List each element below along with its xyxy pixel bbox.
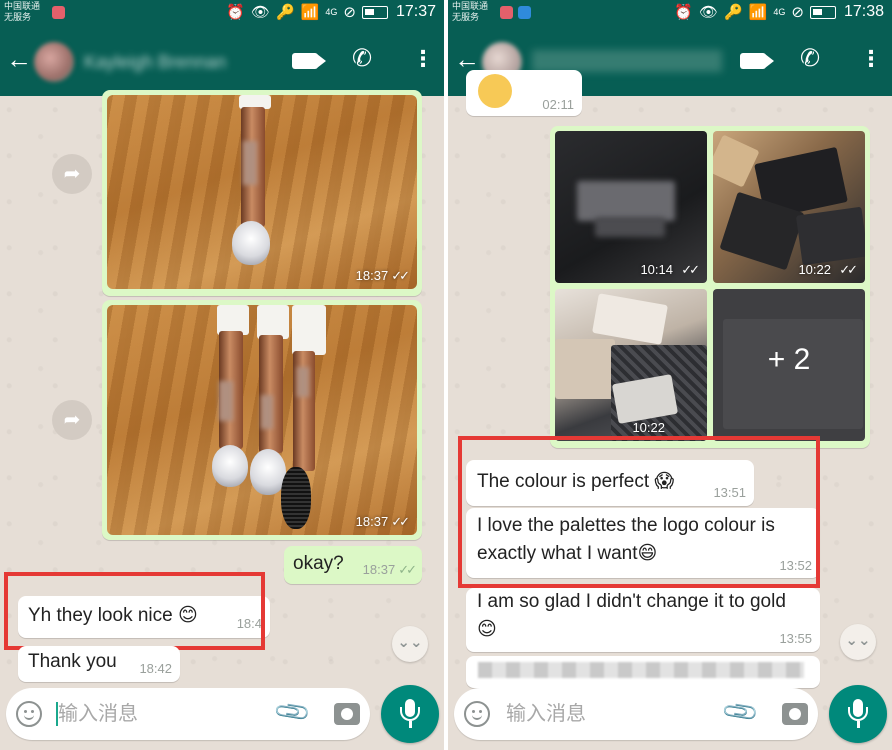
wifi-icon: 📶 (748, 4, 768, 21)
battery-icon (809, 5, 836, 19)
message-text-line: 😊 (477, 619, 497, 640)
image-album-message[interactable]: 10:14 ✓✓ 10:22 ✓✓ 10:22 + 2 (550, 126, 870, 448)
contact-name-redacted[interactable] (532, 50, 722, 72)
scroll-down-icon[interactable]: ⌄⌄ (392, 626, 428, 662)
highlight-box (458, 436, 820, 588)
attach-icon[interactable]: 📎 (720, 692, 762, 733)
eye-icon: 👁 (698, 4, 718, 21)
screenshot-pair: 中国联通 无服务 ⏰ 👁 🔑 📶 4G ⊘ 17:37 ← Kayleigh B… (0, 0, 892, 750)
status-icons: ⏰ 👁 🔑 📶 4G ⊘ 17:38 (674, 3, 884, 21)
wifi-icon: 📶 (300, 4, 320, 21)
album-photo[interactable]: 10:22 ✓✓ (713, 131, 865, 283)
album-photo[interactable]: 10:22 (555, 289, 707, 441)
status-bar: 中国联通 无服务 ⏰ 👁 🔑 📶 4G ⊘ 17:37 (0, 0, 444, 26)
no-signal-icon: ⊘ (791, 4, 804, 21)
read-ticks-icon: ✓✓ (391, 268, 410, 283)
network-type: 4G (773, 7, 786, 17)
video-call-icon[interactable] (292, 53, 326, 69)
status-bar: 中国联通 无服务 ⏰ 👁 🔑 📶 4G ⊘ 17:38 (448, 0, 892, 26)
camera-icon[interactable] (334, 703, 360, 725)
carrier-info: 中国联通 无服务 (4, 1, 40, 23)
more-photos-count: + 2 (767, 343, 811, 376)
emoji-icon[interactable] (464, 701, 490, 727)
message-input[interactable] (506, 698, 706, 730)
phone-call-icon[interactable]: ✆ (352, 44, 372, 74)
carrier-service: 无服务 (4, 12, 32, 22)
alarm-icon: ⏰ (226, 4, 245, 21)
eye-icon: 👁 (250, 4, 270, 21)
key-icon: 🔑 (275, 4, 295, 21)
image-message[interactable]: 18:37 ✓✓ (102, 300, 422, 540)
message-input[interactable] (58, 698, 258, 730)
emoji-icon[interactable] (16, 701, 42, 727)
text-message[interactable]: Thank you 18:42 (18, 646, 180, 682)
mic-button[interactable] (381, 685, 439, 743)
app-notification-icon (518, 6, 531, 19)
forward-icon[interactable]: ➦ (52, 400, 92, 440)
text-message[interactable]: I am so glad I didn't change it to gold … (466, 588, 820, 652)
mic-button[interactable] (829, 685, 887, 743)
key-icon: 🔑 (723, 4, 743, 21)
photo-time: 10:22 (632, 420, 665, 435)
message-text: okay? (293, 553, 344, 574)
text-message-redacted[interactable] (466, 656, 820, 688)
message-compose-bar: 📎 (6, 688, 370, 740)
text-message[interactable]: okay? 18:37 ✓✓ (284, 546, 422, 584)
read-ticks-icon: ✓✓ (398, 562, 417, 577)
carrier-info: 中国联通 无服务 (452, 1, 488, 23)
back-arrow-icon[interactable]: ← (6, 44, 32, 74)
chat-toolbar: ← Kayleigh Brennan ✆ ⋮ (0, 26, 444, 96)
battery-icon (361, 5, 388, 19)
album-photo[interactable]: 10:14 ✓✓ (555, 131, 707, 283)
contact-avatar[interactable] (34, 42, 74, 82)
photo-time: 10:14 (640, 262, 673, 277)
no-signal-icon: ⊘ (343, 4, 356, 21)
status-icons: ⏰ 👁 🔑 📶 4G ⊘ 17:37 (226, 3, 436, 21)
contact-name[interactable]: Kayleigh Brennan (84, 52, 278, 72)
emoji-icon (478, 74, 512, 108)
scroll-down-icon[interactable]: ⌄⌄ (840, 624, 876, 660)
message-compose-bar: 📎 (454, 688, 818, 740)
video-call-icon[interactable] (740, 53, 774, 69)
message-time: 18:42 (139, 661, 172, 676)
message-time: 18:37 ✓✓ (355, 514, 410, 529)
carrier-name: 中国联通 (4, 1, 41, 11)
carrier-service: 无服务 (452, 12, 480, 22)
read-ticks-icon: ✓✓ (391, 514, 410, 529)
text-message[interactable]: 02:11 (466, 70, 582, 116)
message-text-line: I am so glad I didn't change it to gold (477, 591, 786, 612)
app-notification-icon (500, 6, 513, 19)
status-time: 17:38 (843, 3, 884, 20)
chat-screen-right: 中国联通 无服务 ⏰ 👁 🔑 📶 4G ⊘ 17:38 ← ✆ ⋮ 02:11 … (448, 0, 892, 750)
highlight-box (4, 572, 265, 650)
photo-time: 10:22 (798, 262, 831, 277)
image-message[interactable]: 18:37 ✓✓ (102, 90, 422, 296)
message-time: 13:55 (779, 631, 812, 646)
message-time: 18:37 ✓✓ (362, 562, 417, 577)
phone-call-icon[interactable]: ✆ (800, 44, 820, 74)
more-menu-icon[interactable]: ⋮ (860, 44, 882, 74)
message-time: 18:37 ✓✓ (355, 268, 410, 283)
chat-screen-left: 中国联通 无服务 ⏰ 👁 🔑 📶 4G ⊘ 17:37 ← Kayleigh B… (0, 0, 444, 750)
carrier-name: 中国联通 (452, 1, 489, 11)
message-text: Thank you (28, 651, 117, 672)
message-photo[interactable]: 18:37 ✓✓ (107, 305, 417, 535)
message-time: 02:11 (542, 97, 574, 112)
message-photo[interactable]: 18:37 ✓✓ (107, 95, 417, 289)
forward-icon[interactable]: ➦ (52, 154, 92, 194)
read-ticks-icon: ✓✓ (681, 262, 700, 277)
status-time: 17:37 (395, 3, 436, 20)
app-notification-icon (52, 6, 65, 19)
alarm-icon: ⏰ (674, 4, 693, 21)
camera-icon[interactable] (782, 703, 808, 725)
network-type: 4G (325, 7, 338, 17)
read-ticks-icon: ✓✓ (839, 262, 858, 277)
album-more-photos[interactable]: + 2 (713, 289, 865, 441)
more-menu-icon[interactable]: ⋮ (412, 44, 434, 74)
attach-icon[interactable]: 📎 (272, 692, 314, 733)
